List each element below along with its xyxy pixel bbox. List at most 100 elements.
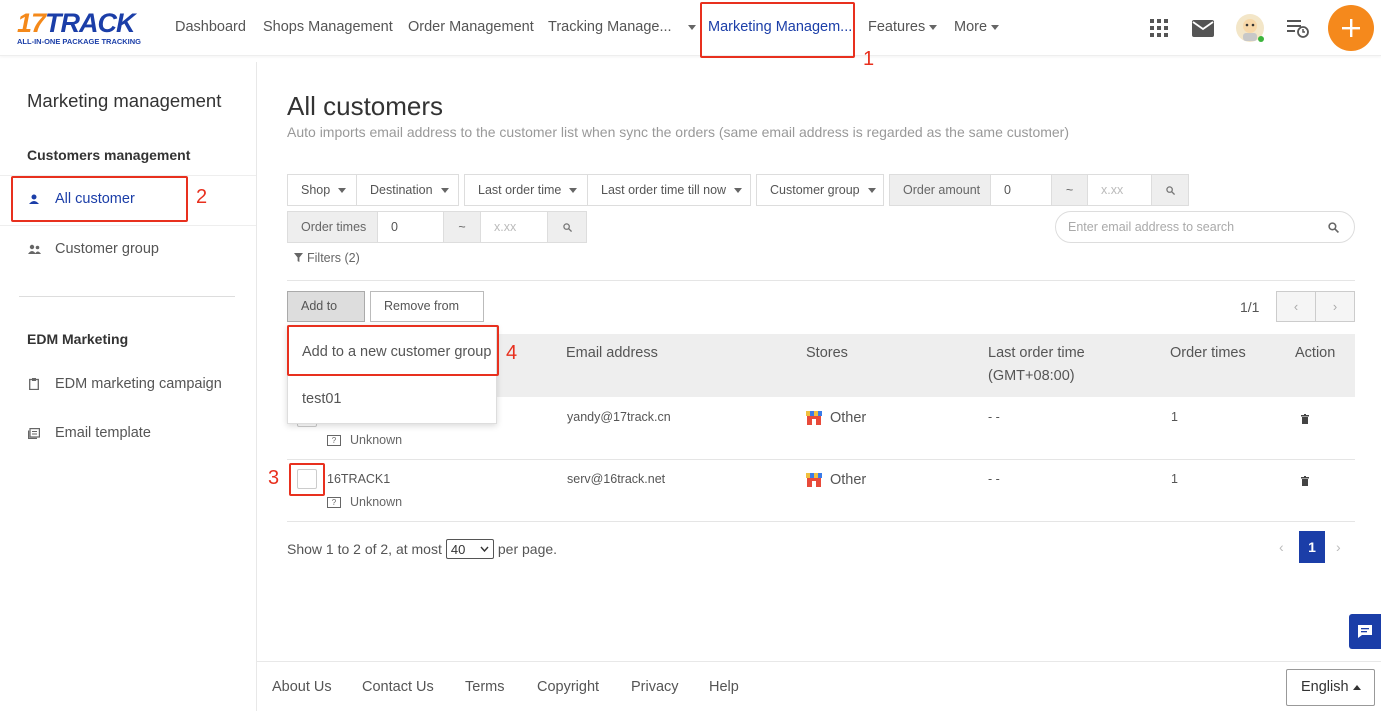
filter-last-order-till-now-dropdown[interactable]: Last order time till now bbox=[587, 174, 751, 206]
pagination-current-page[interactable]: 1 bbox=[1299, 531, 1325, 563]
chat-button[interactable] bbox=[1349, 614, 1381, 649]
pagination-prev[interactable]: ‹ bbox=[1279, 539, 1284, 555]
store-icon bbox=[806, 411, 822, 425]
clipboard-icon bbox=[27, 377, 41, 391]
menu-item-add-new-group[interactable]: Add to a new customer group bbox=[302, 344, 491, 360]
language-selector[interactable]: English bbox=[1286, 669, 1375, 706]
sidebar-item-label: EDM marketing campaign bbox=[55, 376, 222, 392]
task-list-clock-icon[interactable] bbox=[1284, 14, 1312, 42]
annotation-label-2: 2 bbox=[196, 186, 208, 208]
chevron-down-icon bbox=[687, 24, 696, 30]
row-email: serv@16track.net bbox=[567, 472, 666, 486]
footer-link-contact[interactable]: Contact Us bbox=[362, 679, 434, 695]
footer-link-about[interactable]: About Us bbox=[272, 679, 332, 695]
row-country-label: Unknown bbox=[350, 433, 403, 447]
email-search-input[interactable]: Enter email address to search bbox=[1055, 211, 1355, 243]
mail-icon[interactable] bbox=[1189, 14, 1217, 42]
remove-from-button[interactable]: Remove from bbox=[370, 291, 484, 339]
order-amount-tilde: ~ bbox=[1051, 174, 1088, 206]
sidebar-item-edm-campaign[interactable]: EDM marketing campaign bbox=[27, 376, 222, 392]
chevron-up-icon bbox=[1352, 684, 1361, 690]
row-store-label: Other bbox=[830, 472, 867, 488]
chevron-down-icon bbox=[480, 546, 489, 552]
logo-tagline: ALL-IN-ONE PACKAGE TRACKING bbox=[17, 37, 142, 46]
sidebar-row-line bbox=[0, 225, 256, 226]
sidebar-item-email-template[interactable]: Email template bbox=[27, 425, 151, 441]
sidebar-section-edm: EDM Marketing bbox=[27, 331, 129, 347]
nav-tracking-management[interactable]: Tracking Manage... bbox=[548, 0, 696, 56]
order-amount-search-button[interactable] bbox=[1151, 174, 1189, 206]
pagination-next[interactable]: › bbox=[1336, 539, 1341, 555]
chevron-down-icon bbox=[867, 188, 876, 194]
filter-customer-group-label: Customer group bbox=[770, 183, 860, 197]
order-times-tilde: ~ bbox=[443, 211, 481, 243]
order-amount-label: Order amount bbox=[889, 174, 991, 206]
add-to-button[interactable]: Add to bbox=[287, 291, 365, 339]
filter-customer-group-dropdown[interactable]: Customer group bbox=[756, 174, 884, 206]
nav-dashboard[interactable]: Dashboard bbox=[175, 0, 246, 56]
footer-link-copyright[interactable]: Copyright bbox=[537, 679, 599, 695]
row-checkbox[interactable] bbox=[297, 469, 317, 489]
sidebar-item-all-customer[interactable]: All customer bbox=[27, 191, 135, 207]
prev-page-button[interactable]: ‹ bbox=[1276, 291, 1316, 322]
footer-link-help[interactable]: Help bbox=[709, 679, 739, 695]
row-store: Other bbox=[806, 472, 866, 488]
nav-shops-management[interactable]: Shops Management bbox=[263, 0, 393, 56]
divider bbox=[287, 280, 1355, 281]
filter-shop-dropdown[interactable]: Shop bbox=[287, 174, 357, 206]
filter-destination-dropdown[interactable]: Destination bbox=[356, 174, 459, 206]
order-times-max-input[interactable]: x.xx bbox=[480, 211, 548, 243]
column-header-email: Email address bbox=[566, 345, 658, 361]
trash-icon[interactable] bbox=[1301, 414, 1309, 424]
chevron-down-icon bbox=[440, 188, 449, 194]
sidebar-item-customer-group[interactable]: Customer group bbox=[27, 241, 159, 257]
row-order-times: 1 bbox=[1171, 472, 1178, 486]
chevron-down-icon bbox=[338, 188, 347, 194]
nav-features[interactable]: Features bbox=[868, 0, 938, 56]
row-country: ? Unknown bbox=[327, 433, 402, 447]
order-times-min-input[interactable]: 0 bbox=[377, 211, 444, 243]
column-header-last-order-time: Last order time (GMT+08:00) bbox=[988, 342, 1085, 388]
footer-link-privacy[interactable]: Privacy bbox=[631, 679, 679, 695]
row-store-label: Other bbox=[830, 410, 867, 426]
logo-number: 17 bbox=[17, 8, 46, 38]
trash-icon[interactable] bbox=[1301, 476, 1309, 486]
column-header-stores: Stores bbox=[806, 345, 848, 361]
per-page-select[interactable]: 40 bbox=[445, 539, 494, 559]
pagination-suffix: per page. bbox=[497, 541, 558, 557]
menu-item-test01[interactable]: test01 bbox=[302, 391, 342, 407]
order-times-search-button[interactable] bbox=[547, 211, 587, 243]
order-amount-max-input[interactable]: x.xx bbox=[1087, 174, 1152, 206]
filter-last-order-time-label: Last order time bbox=[478, 183, 562, 197]
chevron-down-icon bbox=[991, 24, 1000, 30]
filter-last-order-time-dropdown[interactable]: Last order time bbox=[464, 174, 588, 206]
sidebar-divider bbox=[19, 296, 235, 297]
logo[interactable]: 17TRACK ALL-IN-ONE PACKAGE TRACKING bbox=[17, 8, 149, 47]
pagination-summary: Show 1 to 2 of 2, at most 40 per page. bbox=[287, 539, 557, 559]
apps-grid-icon[interactable] bbox=[1145, 14, 1173, 42]
order-amount-min-input[interactable]: 0 bbox=[990, 174, 1052, 206]
chevron-down-icon bbox=[569, 188, 578, 194]
avatar[interactable] bbox=[1234, 12, 1266, 44]
nav-more[interactable]: More bbox=[954, 0, 1000, 56]
search-icon[interactable] bbox=[1328, 222, 1339, 233]
nav-more-label: More bbox=[954, 19, 988, 35]
row-country: ? Unknown bbox=[327, 495, 402, 509]
row-last-order: - - bbox=[988, 472, 1000, 486]
next-page-button[interactable]: › bbox=[1315, 291, 1355, 322]
column-header-order-times: Order times bbox=[1170, 345, 1246, 361]
create-plus-button[interactable] bbox=[1328, 5, 1374, 51]
template-icon bbox=[27, 426, 41, 440]
nav-marketing-management[interactable]: Marketing Managem... bbox=[708, 0, 852, 56]
filters-toggle-link[interactable]: Filters (2) bbox=[294, 251, 360, 265]
row-divider bbox=[287, 521, 1355, 522]
nav-order-management[interactable]: Order Management bbox=[408, 0, 534, 56]
sidebar-title: Marketing management bbox=[27, 90, 222, 111]
chat-icon bbox=[1358, 625, 1372, 638]
row-divider bbox=[287, 459, 1355, 460]
column-header-label: Last order time bbox=[988, 345, 1085, 361]
column-header-label: (GMT+08:00) bbox=[988, 368, 1075, 384]
sidebar-item-label: Customer group bbox=[55, 241, 159, 257]
sidebar-item-label: Email template bbox=[55, 425, 151, 441]
footer-link-terms[interactable]: Terms bbox=[465, 679, 504, 695]
